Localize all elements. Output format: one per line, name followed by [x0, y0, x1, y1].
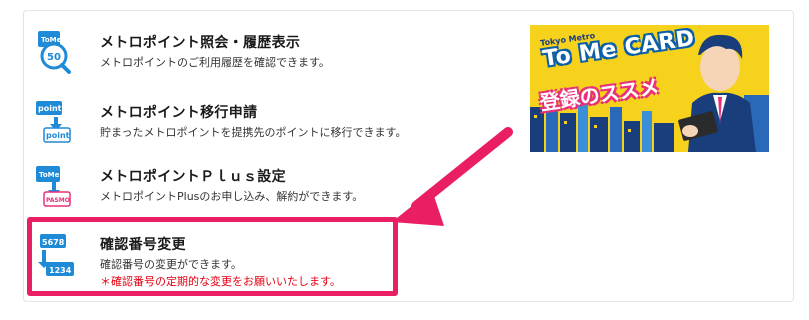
highlight-box — [27, 217, 398, 296]
pointer-arrow-icon — [380, 120, 520, 240]
menu-item-point-history[interactable]: ToMe 50 メトロポイント照会・履歴表示 メトロポイントのご利用履歴を確認で… — [30, 22, 400, 80]
tome-50-points-icon: ToMe 50 — [36, 30, 72, 74]
menu-item-title: メトロポイント移行申請 — [100, 105, 258, 121]
tome-card-banner[interactable]: Tokyo Metro To Me CARD 登録のススメ — [530, 25, 769, 152]
svg-text:point: point — [38, 104, 62, 113]
svg-text:50: 50 — [47, 52, 61, 63]
menu-item-description: 貯まったメトロポイントを提携先のポイントに移行できます。 — [100, 126, 407, 139]
menu-item-description: メトロポイントのご利用履歴を確認できます。 — [100, 56, 330, 69]
menu-item-title: メトロポイント照会・履歴表示 — [100, 35, 301, 51]
menu-item-description: メトロポイントPlusのお申し込み、解約ができます。 — [100, 190, 364, 203]
svg-text:ToMe: ToMe — [39, 171, 60, 179]
svg-text:PASMO: PASMO — [46, 197, 70, 204]
tome-pasmo-card-icon: ToMe PASMO — [36, 164, 72, 208]
menu-item-point-transfer[interactable]: point point メトロポイント移行申請 貯まったメトロポイントを提携先の… — [30, 92, 406, 150]
menu-item-title: メトロポイントＰｌｕｓ設定 — [100, 169, 286, 185]
point-transfer-icon: point point — [36, 100, 72, 144]
svg-text:point: point — [46, 131, 70, 140]
menu-item-point-plus-settings[interactable]: ToMe PASMO メトロポイントＰｌｕｓ設定 メトロポイントPlusのお申し… — [30, 156, 400, 214]
